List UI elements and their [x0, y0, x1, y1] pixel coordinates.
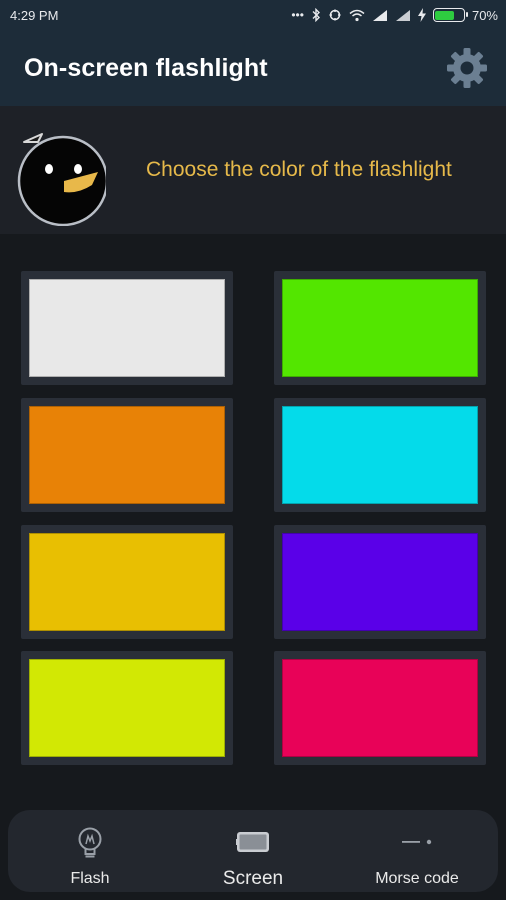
penguin-mascot-icon — [17, 133, 106, 226]
color-swatch-cyan[interactable] — [274, 398, 486, 512]
app-title: On-screen flashlight — [24, 53, 268, 82]
nav-morse-label: Morse code — [375, 870, 459, 887]
status-icons: ••• 70% — [291, 8, 498, 23]
bluetooth-icon — [312, 8, 320, 22]
color-swatch-lime[interactable] — [21, 651, 233, 765]
color-swatch-crimson[interactable] — [274, 651, 486, 765]
swatch-fill — [282, 533, 478, 631]
app-bar: On-screen flashlight — [0, 30, 506, 106]
battery-fill — [435, 10, 455, 20]
swatch-fill — [282, 279, 478, 377]
sync-icon — [329, 9, 341, 21]
nav-flash[interactable]: Flash — [36, 810, 144, 892]
status-time: 4:29 PM — [10, 7, 59, 23]
status-bar: 4:29 PM ••• 70% — [0, 0, 506, 30]
swatch-fill — [282, 659, 478, 757]
instruction-text: Choose the color of the flashlight — [146, 158, 452, 181]
color-swatch-green[interactable] — [274, 271, 486, 385]
nav-flash-label: Flash — [70, 870, 110, 887]
battery-icon — [432, 8, 468, 22]
wifi-icon — [349, 9, 365, 21]
swatch-fill — [29, 533, 225, 631]
signal-icon-2 — [395, 9, 410, 21]
swatch-fill — [29, 659, 225, 757]
swatch-fill — [29, 279, 225, 377]
color-swatch-violet[interactable] — [274, 525, 486, 639]
notification-dots: ••• — [291, 8, 304, 22]
phone-screen-icon — [236, 822, 270, 862]
settings-button[interactable] — [444, 45, 490, 91]
bottom-nav: Flash Screen Morse code — [8, 810, 498, 892]
morse-dash-dot-icon — [400, 822, 434, 862]
color-swatch-orange[interactable] — [21, 398, 233, 512]
header-panel: Choose the color of the flashlight — [0, 106, 506, 234]
swatch-fill — [282, 406, 478, 504]
nav-morse-code[interactable]: Morse code — [362, 810, 472, 892]
charging-icon — [417, 8, 426, 22]
nav-screen[interactable]: Screen — [199, 810, 307, 892]
swatch-fill — [29, 406, 225, 504]
signal-icon — [372, 9, 387, 21]
color-swatch-yellow[interactable] — [21, 525, 233, 639]
color-grid — [0, 234, 506, 794]
bulb-icon — [73, 822, 107, 862]
battery-percent: 70% — [471, 7, 498, 23]
color-swatch-white[interactable] — [21, 271, 233, 385]
gear-icon — [447, 48, 487, 88]
nav-screen-label: Screen — [222, 868, 284, 889]
